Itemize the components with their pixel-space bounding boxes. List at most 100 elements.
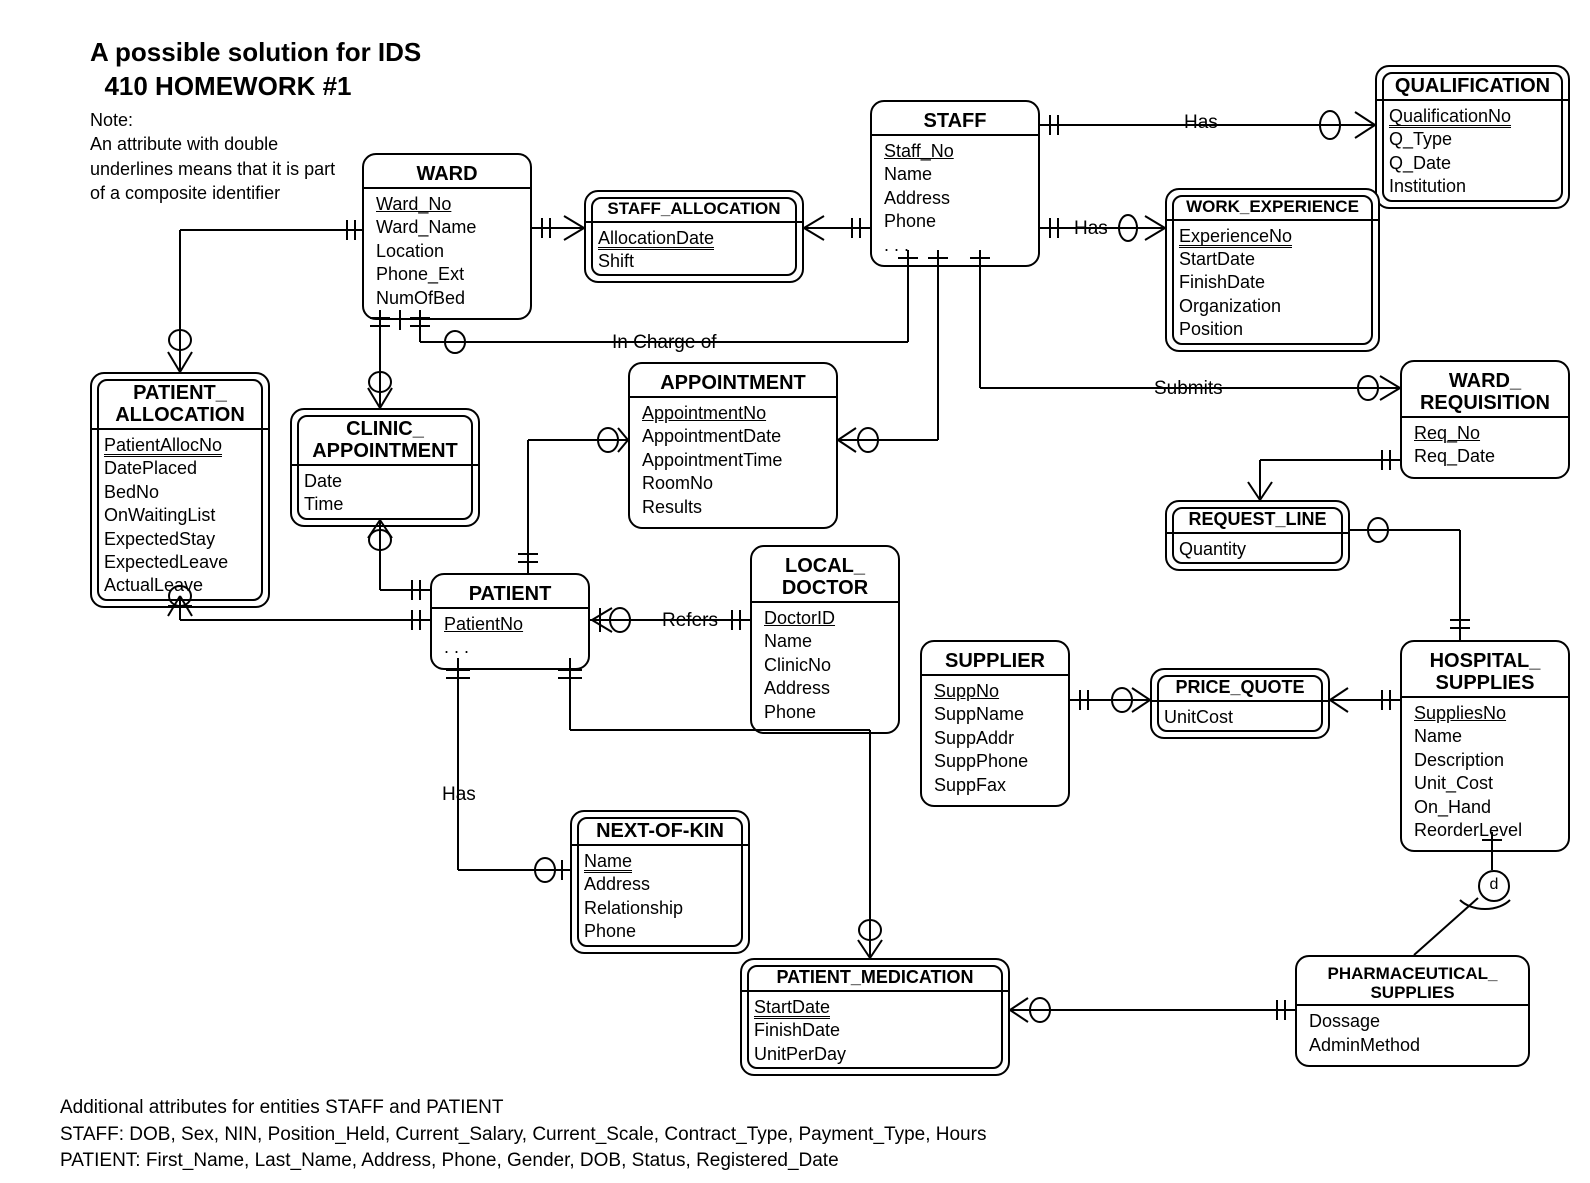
entity-ward-requisition-attrs: Req_No Req_Date: [1414, 422, 1556, 469]
entity-ward-requisition: WARD_ REQUISITION Req_No Req_Date: [1400, 360, 1570, 479]
entity-local-doctor-title: LOCAL_ DOCTOR: [752, 553, 898, 603]
entity-patient: PATIENT PatientNo . . .: [430, 573, 590, 670]
attr: Q_Type: [1389, 128, 1556, 151]
entity-staff-allocation-title: STAFF_ALLOCATION: [586, 198, 802, 223]
attr: SuppName: [934, 703, 1056, 726]
entity-ward-title: WARD: [364, 161, 530, 189]
attr: UnitCost: [1164, 706, 1316, 729]
attr: QualificationNo: [1389, 108, 1511, 128]
attr: StartDate: [754, 999, 830, 1019]
attr: ActualLeave: [104, 574, 256, 597]
entity-supplier-attrs: SuppNo SuppName SuppAddr SuppPhone SuppF…: [934, 680, 1056, 797]
attr: Q_Date: [1389, 152, 1556, 175]
composite-note: Note: An attribute with double underline…: [90, 108, 335, 205]
entity-ward-requisition-title: WARD_ REQUISITION: [1402, 368, 1568, 418]
attr: Relationship: [584, 897, 736, 920]
attr: DatePlaced: [104, 457, 256, 480]
note-l4: of a composite identifier: [90, 183, 280, 203]
attr: PatientAllocNo: [104, 437, 222, 457]
attr: Ward_Name: [376, 216, 518, 239]
entity-price-quote: PRICE_QUOTE UnitCost: [1150, 668, 1330, 739]
entity-staff-title: STAFF: [872, 108, 1038, 136]
attr: UnitPerDay: [754, 1043, 996, 1066]
attr: Name: [584, 853, 632, 873]
entity-patient-allocation-title: PATIENT_ ALLOCATION: [92, 380, 268, 430]
entity-request-line-attrs: Quantity: [1179, 538, 1336, 561]
attr: ExpectedLeave: [104, 551, 256, 574]
entity-pharmaceutical-supplies-title: PHARMACEUTICAL_ SUPPLIES: [1297, 963, 1528, 1006]
attr: Quantity: [1179, 538, 1336, 561]
rel-has-experience: Has: [1070, 218, 1112, 240]
attr: Phone: [764, 701, 886, 724]
attr: PatientNo: [444, 614, 523, 634]
note-l1: Note:: [90, 110, 133, 130]
attr: Description: [1414, 749, 1556, 772]
attr: DoctorID: [764, 608, 835, 628]
rel-refers: Refers: [658, 610, 722, 632]
attr: Position: [1179, 318, 1366, 341]
rel-has-qualification: Has: [1180, 112, 1222, 134]
attr: FinishDate: [754, 1019, 996, 1042]
entity-hospital-supplies-attrs: SuppliesNo Name Description Unit_Cost On…: [1414, 702, 1556, 842]
entity-patient-medication: PATIENT_MEDICATION StartDate FinishDate …: [740, 958, 1010, 1076]
attr: SuppliesNo: [1414, 703, 1506, 723]
attr: RoomNo: [642, 472, 824, 495]
attr: SuppFax: [934, 774, 1056, 797]
entity-staff: STAFF Staff_No Name Address Phone . . .: [870, 100, 1040, 267]
entity-request-line: REQUEST_LINE Quantity: [1165, 500, 1350, 571]
entity-qualification: QUALIFICATION QualificationNo Q_Type Q_D…: [1375, 65, 1570, 209]
attr: AppointmentTime: [642, 449, 824, 472]
attr: ClinicNo: [764, 654, 886, 677]
attr: Name: [764, 630, 886, 653]
note-l3: underlines means that it is part: [90, 159, 335, 179]
attr: BedNo: [104, 481, 256, 504]
footer-notes: Additional attributes for entities STAFF…: [60, 1095, 986, 1175]
attr: Name: [1414, 725, 1556, 748]
entity-patient-allocation-attrs: PatientAllocNo DatePlaced BedNo OnWaitin…: [104, 434, 256, 598]
attr: Phone: [884, 210, 1026, 233]
attr: Shift: [598, 250, 790, 273]
entity-hospital-supplies-title: HOSPITAL_ SUPPLIES: [1402, 648, 1568, 698]
footer-line2: STAFF: DOB, Sex, NIN, Position_Held, Cur…: [60, 1122, 986, 1149]
attr: Req_Date: [1414, 445, 1556, 468]
entity-clinic-appointment-attrs: Date Time: [304, 470, 466, 517]
attr: Name: [884, 163, 1026, 186]
entity-ward-attrs: Ward_No Ward_Name Location Phone_Ext Num…: [376, 193, 518, 310]
attr: Address: [884, 187, 1026, 210]
entity-clinic-appointment: CLINIC_ APPOINTMENT Date Time: [290, 408, 480, 527]
attr: . . .: [444, 636, 576, 659]
attr: . . .: [884, 234, 1026, 257]
attr: Phone_Ext: [376, 263, 518, 286]
entity-request-line-title: REQUEST_LINE: [1167, 508, 1348, 534]
attr: Address: [584, 873, 736, 896]
disjoint-circle-icon: d: [1478, 870, 1510, 902]
attr: Time: [304, 493, 466, 516]
attr: On_Hand: [1414, 796, 1556, 819]
attr: Institution: [1389, 175, 1556, 198]
page-title: A possible solution for IDS 410 HOMEWORK…: [90, 36, 421, 104]
entity-next-of-kin-title: NEXT-OF-KIN: [572, 818, 748, 846]
entity-local-doctor: LOCAL_ DOCTOR DoctorID Name ClinicNo Add…: [750, 545, 900, 734]
attr: SuppNo: [934, 681, 999, 701]
entity-price-quote-title: PRICE_QUOTE: [1152, 676, 1328, 702]
attr: Ward_No: [376, 194, 451, 214]
entity-staff-allocation-attrs: AllocationDate Shift: [598, 227, 790, 274]
rel-has-kin: Has: [438, 784, 480, 806]
rel-in-charge-of: In Charge of: [608, 332, 721, 354]
attr: OnWaitingList: [104, 504, 256, 527]
entity-staff-allocation: STAFF_ALLOCATION AllocationDate Shift: [584, 190, 804, 283]
footer-line1: Additional attributes for entities STAFF…: [60, 1095, 986, 1122]
entity-appointment-attrs: AppointmentNo AppointmentDate Appointmen…: [642, 402, 824, 519]
entity-clinic-appointment-title: CLINIC_ APPOINTMENT: [292, 416, 478, 466]
entity-appointment-title: APPOINTMENT: [630, 370, 836, 398]
entity-work-experience: WORK_EXPERIENCE ExperienceNo StartDate F…: [1165, 188, 1380, 352]
attr: ExperienceNo: [1179, 228, 1292, 248]
entity-qualification-title: QUALIFICATION: [1377, 73, 1568, 101]
heading-line2: 410 HOMEWORK #1: [104, 71, 351, 101]
footer-line3: PATIENT: First_Name, Last_Name, Address,…: [60, 1148, 986, 1175]
entity-patient-medication-title: PATIENT_MEDICATION: [742, 966, 1008, 992]
attr: AdminMethod: [1309, 1034, 1516, 1057]
attr: Dossage: [1309, 1010, 1516, 1033]
entity-supplier: SUPPLIER SuppNo SuppName SuppAddr SuppPh…: [920, 640, 1070, 807]
attr: Address: [764, 677, 886, 700]
